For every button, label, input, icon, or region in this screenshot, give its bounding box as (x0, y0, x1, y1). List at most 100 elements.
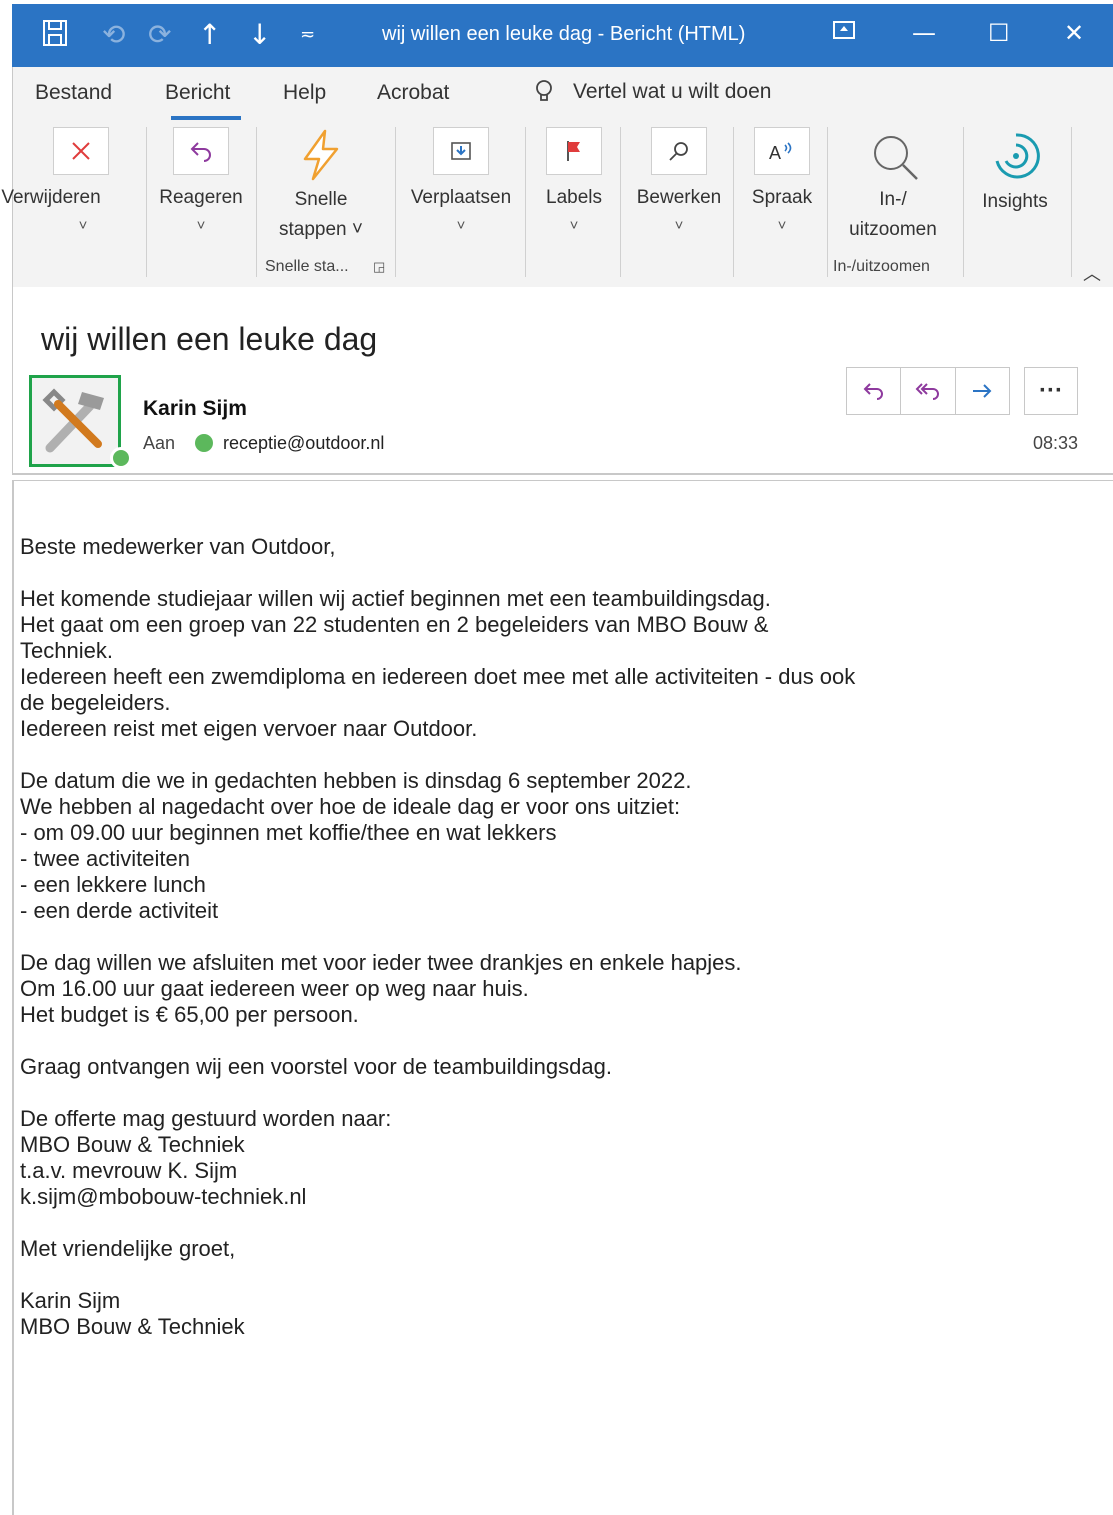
body-line: We hebben al nagedacht over hoe de ideal… (20, 794, 681, 819)
tab-acrobat[interactable]: Acrobat (377, 81, 449, 105)
message-header: wij willen een leuke dag Karin Sijm Aan … (12, 287, 1113, 475)
body-line: Het komende studiejaar willen wij actief… (20, 586, 771, 611)
body-line: - een lekkere lunch (20, 872, 206, 897)
close-icon[interactable]: ✕ (1064, 19, 1084, 47)
body-line (20, 1028, 1110, 1054)
more-actions-button[interactable]: ··· (1024, 367, 1078, 415)
body-line (20, 1262, 1110, 1288)
reply-button[interactable] (847, 368, 902, 414)
body-line: Met vriendelijke groet, (20, 1236, 236, 1261)
chevron-down-icon[interactable]: ˅ (669, 217, 689, 234)
message-subject: wij willen een leuke dag (41, 321, 378, 357)
body-line: Graag ontvangen wij een voorstel voor de… (20, 1054, 612, 1079)
window-title: wij willen een leuke dag - Bericht (HTML… (382, 23, 746, 45)
ribbon-display-icon[interactable] (832, 19, 856, 47)
body-line (20, 742, 1110, 768)
tab-help[interactable]: Help (283, 81, 326, 105)
active-tab-indicator (171, 116, 241, 120)
delete-button[interactable] (53, 127, 109, 175)
lightning-icon (303, 129, 339, 181)
dialog-launcher-icon[interactable]: ◲ (373, 259, 385, 275)
body-line: MBO Bouw & Techniek (20, 1314, 245, 1339)
search-icon (669, 142, 688, 161)
zoom-label-1: In-/ (879, 189, 907, 210)
sender-name[interactable]: Karin Sijm (143, 397, 247, 421)
minimize-icon[interactable]: — (912, 19, 936, 47)
maximize-icon[interactable]: ☐ (988, 19, 1010, 47)
tools-icon (42, 388, 104, 453)
down-arrow-icon[interactable]: ↓ (248, 19, 271, 51)
body-line: Iedereen reist met eigen vervoer naar Ou… (20, 716, 478, 741)
forward-icon (973, 384, 992, 398)
body-line: - een derde activiteit (20, 898, 219, 923)
insights-button[interactable] (991, 131, 1041, 181)
body-line (20, 924, 1110, 950)
body-line: de begeleiders. (20, 690, 171, 715)
presence-status-icon (110, 447, 132, 469)
to-label: Aan (143, 433, 176, 453)
editing-button[interactable] (651, 127, 707, 175)
reply-all-button[interactable] (901, 368, 956, 414)
reply-all-icon (915, 383, 939, 400)
title-bar: ⟲ ⟳ ↑ ↓ ≂ wij willen een leuke dag - Ber… (12, 4, 1113, 67)
move-button[interactable] (433, 127, 489, 175)
body-line: - twee activiteiten (20, 846, 190, 871)
tell-me-label: Vertel wat u wilt doen (573, 80, 772, 103)
tab-bestand[interactable]: Bestand (35, 81, 112, 105)
body-line: Iedereen heeft een zwemdiploma en iedere… (20, 664, 856, 689)
recipient-status-icon (195, 434, 213, 452)
body-line: Het gaat om een groep van 22 studenten e… (20, 612, 769, 637)
chevron-down-icon[interactable]: ˅ (564, 217, 584, 234)
reply-actions (846, 367, 1010, 415)
tell-me-search[interactable]: Vertel wat u wilt doen (533, 79, 771, 105)
chevron-down-icon[interactable]: ˅ (191, 217, 211, 234)
svg-text:A: A (769, 143, 781, 163)
zoom-label-2: uitzoomen (849, 219, 937, 240)
body-line: - om 09.00 uur beginnen met koffie/thee … (20, 820, 557, 845)
body-line (20, 1210, 1110, 1236)
body-line: Het budget is € 65,00 per persoon. (20, 1002, 359, 1027)
speech-button[interactable]: A (754, 127, 810, 175)
received-time: 08:33 (1033, 433, 1079, 453)
recipient-address[interactable]: receptie@outdoor.nl (223, 433, 384, 454)
body-line: De datum die we in gedachten hebben is d… (20, 768, 692, 793)
chevron-down-icon[interactable]: ˅ (73, 217, 93, 234)
respond-label: Reageren (159, 187, 243, 208)
delete-label: Verwijderen (1, 187, 101, 208)
respond-button[interactable] (173, 127, 229, 175)
collapse-ribbon-icon[interactable]: ︿ (1083, 260, 1101, 286)
body-line (20, 560, 1110, 586)
quick-steps-button[interactable] (299, 129, 343, 181)
reply-icon (863, 383, 883, 400)
body-line: t.a.v. mevrouw K. Sijm (20, 1158, 238, 1183)
zoom-button[interactable] (869, 131, 921, 183)
delete-icon (72, 142, 90, 160)
body-line: De offerte mag gestuurd worden naar: (20, 1106, 392, 1131)
forward-button[interactable] (956, 368, 1009, 414)
tags-button[interactable] (546, 127, 602, 175)
undo-icon[interactable]: ⟲ (102, 19, 125, 51)
flag-icon (567, 141, 580, 161)
message-body[interactable]: Beste medewerker van Outdoor, Het komende… (20, 534, 1110, 1340)
body-line: De dag willen we afsluiten met voor iede… (20, 950, 742, 975)
avatar[interactable] (29, 375, 121, 467)
up-arrow-icon[interactable]: ↑ (198, 19, 221, 51)
chevron-down-icon[interactable]: ˅ (451, 217, 471, 234)
reply-icon (190, 142, 211, 162)
customize-icon[interactable]: ≂ (300, 19, 315, 51)
magnifier-icon (874, 136, 918, 180)
tab-bericht[interactable]: Bericht (165, 81, 230, 105)
quick-steps-label-1: Snelle (294, 189, 348, 210)
move-folder-icon (451, 142, 471, 160)
body-line (20, 1080, 1110, 1106)
chevron-down-icon[interactable]: ˅ (772, 217, 792, 234)
zoom-group-label: In-/uitzoomen (833, 258, 930, 275)
body-line: Beste medewerker van Outdoor, (20, 534, 336, 559)
quick-steps-label-2: stappen ˅ (279, 219, 363, 240)
redo-icon[interactable]: ⟳ (148, 19, 171, 51)
save-icon[interactable] (42, 19, 68, 54)
read-aloud-icon: A (769, 142, 792, 163)
body-line: Om 16.00 uur gaat iedereen weer op weg n… (20, 976, 529, 1001)
insights-icon (995, 133, 1040, 179)
lightbulb-icon (536, 80, 552, 101)
